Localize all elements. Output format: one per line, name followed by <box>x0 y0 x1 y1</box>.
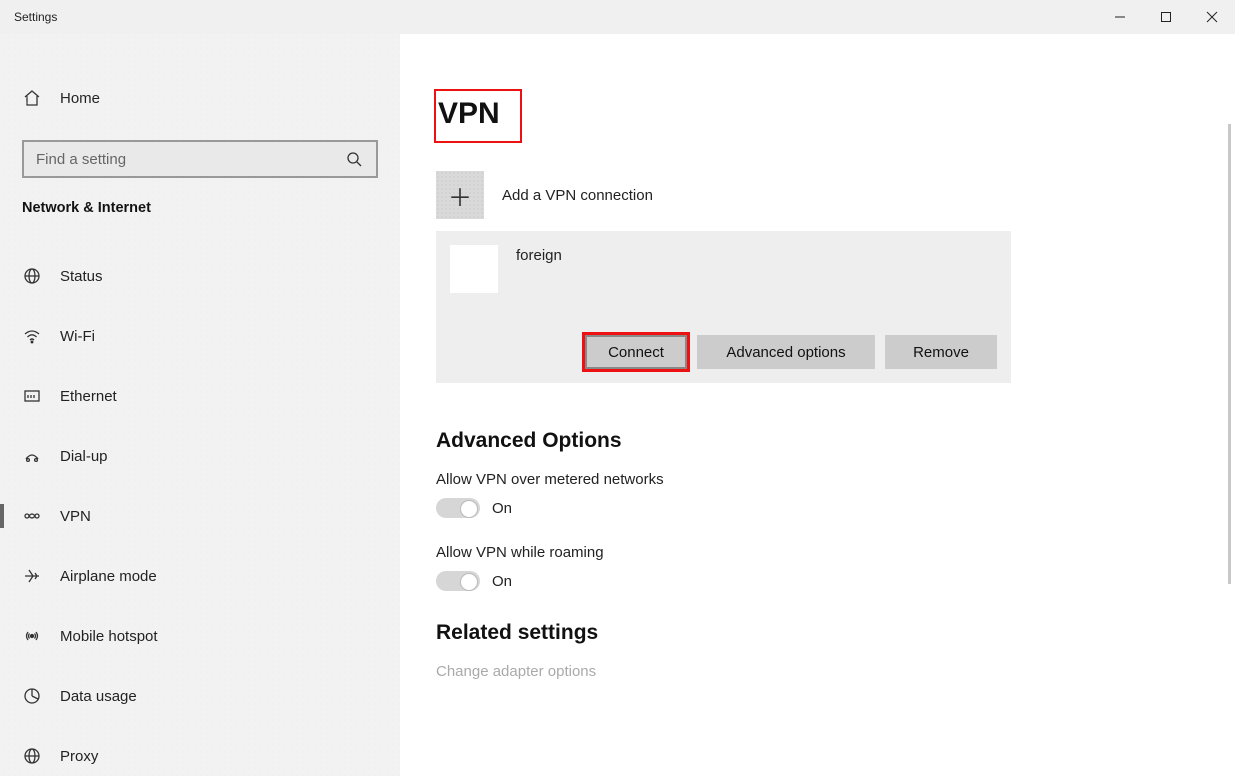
roaming-state: On <box>492 573 512 590</box>
advanced-options-heading: Advanced Options <box>436 429 1215 453</box>
window-title: Settings <box>0 10 57 24</box>
sidebar-item-wifi[interactable]: Wi-Fi <box>0 306 400 366</box>
home-icon <box>22 88 42 108</box>
wifi-icon <box>22 326 42 346</box>
minimize-button[interactable] <box>1097 0 1143 34</box>
metered-networks-state: On <box>492 500 512 517</box>
sidebar-item-ethernet[interactable]: Ethernet <box>0 366 400 426</box>
home-nav[interactable]: Home <box>0 74 400 122</box>
close-button[interactable] <box>1189 0 1235 34</box>
sidebar-item-hotspot[interactable]: Mobile hotspot <box>0 606 400 666</box>
roaming-label: Allow VPN while roaming <box>436 544 1215 561</box>
sidebar-item-vpn[interactable]: VPN <box>0 486 400 546</box>
sidebar-item-datausage[interactable]: Data usage <box>0 666 400 726</box>
content-area: VPN ＋ Add a VPN connection foreign Conne… <box>400 34 1235 776</box>
ethernet-icon <box>22 386 42 406</box>
vpn-connection-name: foreign <box>516 245 562 264</box>
sidebar-item-label: Ethernet <box>60 388 117 405</box>
sidebar-item-label: Airplane mode <box>60 568 157 585</box>
add-vpn-label: Add a VPN connection <box>502 187 653 204</box>
sidebar-item-proxy[interactable]: Proxy <box>0 726 400 776</box>
metered-networks-toggle[interactable] <box>436 498 480 518</box>
connect-button[interactable]: Connect <box>585 335 687 369</box>
plus-icon: ＋ <box>436 171 484 219</box>
sidebar-item-airplane[interactable]: Airplane mode <box>0 546 400 606</box>
search-icon <box>344 149 364 169</box>
titlebar: Settings <box>0 0 1235 34</box>
add-vpn-connection[interactable]: ＋ Add a VPN connection <box>436 171 1215 219</box>
page-title: VPN <box>434 89 522 143</box>
sidebar-item-status[interactable]: Status <box>0 246 400 306</box>
vpn-connection-icon <box>450 245 498 293</box>
scrollbar[interactable] <box>1228 124 1231 584</box>
remove-button[interactable]: Remove <box>885 335 997 369</box>
sidebar-item-label: VPN <box>60 508 91 525</box>
advanced-options-button[interactable]: Advanced options <box>697 335 875 369</box>
sidebar-item-label: Mobile hotspot <box>60 628 158 645</box>
globe-icon <box>22 266 42 286</box>
related-settings-heading: Related settings <box>436 621 1215 645</box>
airplane-icon <box>22 566 42 586</box>
sidebar-item-label: Dial-up <box>60 448 108 465</box>
vpn-icon <box>22 506 42 526</box>
chart-pie-icon <box>22 686 42 706</box>
search-box[interactable] <box>22 140 378 178</box>
change-adapter-link[interactable]: Change adapter options <box>436 663 1215 680</box>
sidebar: Home Network & Internet Status Wi-Fi Eth… <box>0 34 400 776</box>
proxy-icon <box>22 746 42 766</box>
dialup-icon <box>22 446 42 466</box>
maximize-button[interactable] <box>1143 0 1189 34</box>
sidebar-item-label: Wi-Fi <box>60 328 95 345</box>
hotspot-icon <box>22 626 42 646</box>
search-input[interactable] <box>36 151 364 168</box>
sidebar-item-label: Data usage <box>60 688 137 705</box>
sidebar-category-title: Network & Internet <box>0 200 400 216</box>
sidebar-item-dialup[interactable]: Dial-up <box>0 426 400 486</box>
sidebar-item-label: Status <box>60 268 103 285</box>
vpn-connection-card[interactable]: foreign Connect Advanced options Remove <box>436 231 1011 383</box>
metered-networks-label: Allow VPN over metered networks <box>436 471 1215 488</box>
home-label: Home <box>60 90 100 107</box>
sidebar-item-label: Proxy <box>60 748 98 765</box>
roaming-toggle[interactable] <box>436 571 480 591</box>
